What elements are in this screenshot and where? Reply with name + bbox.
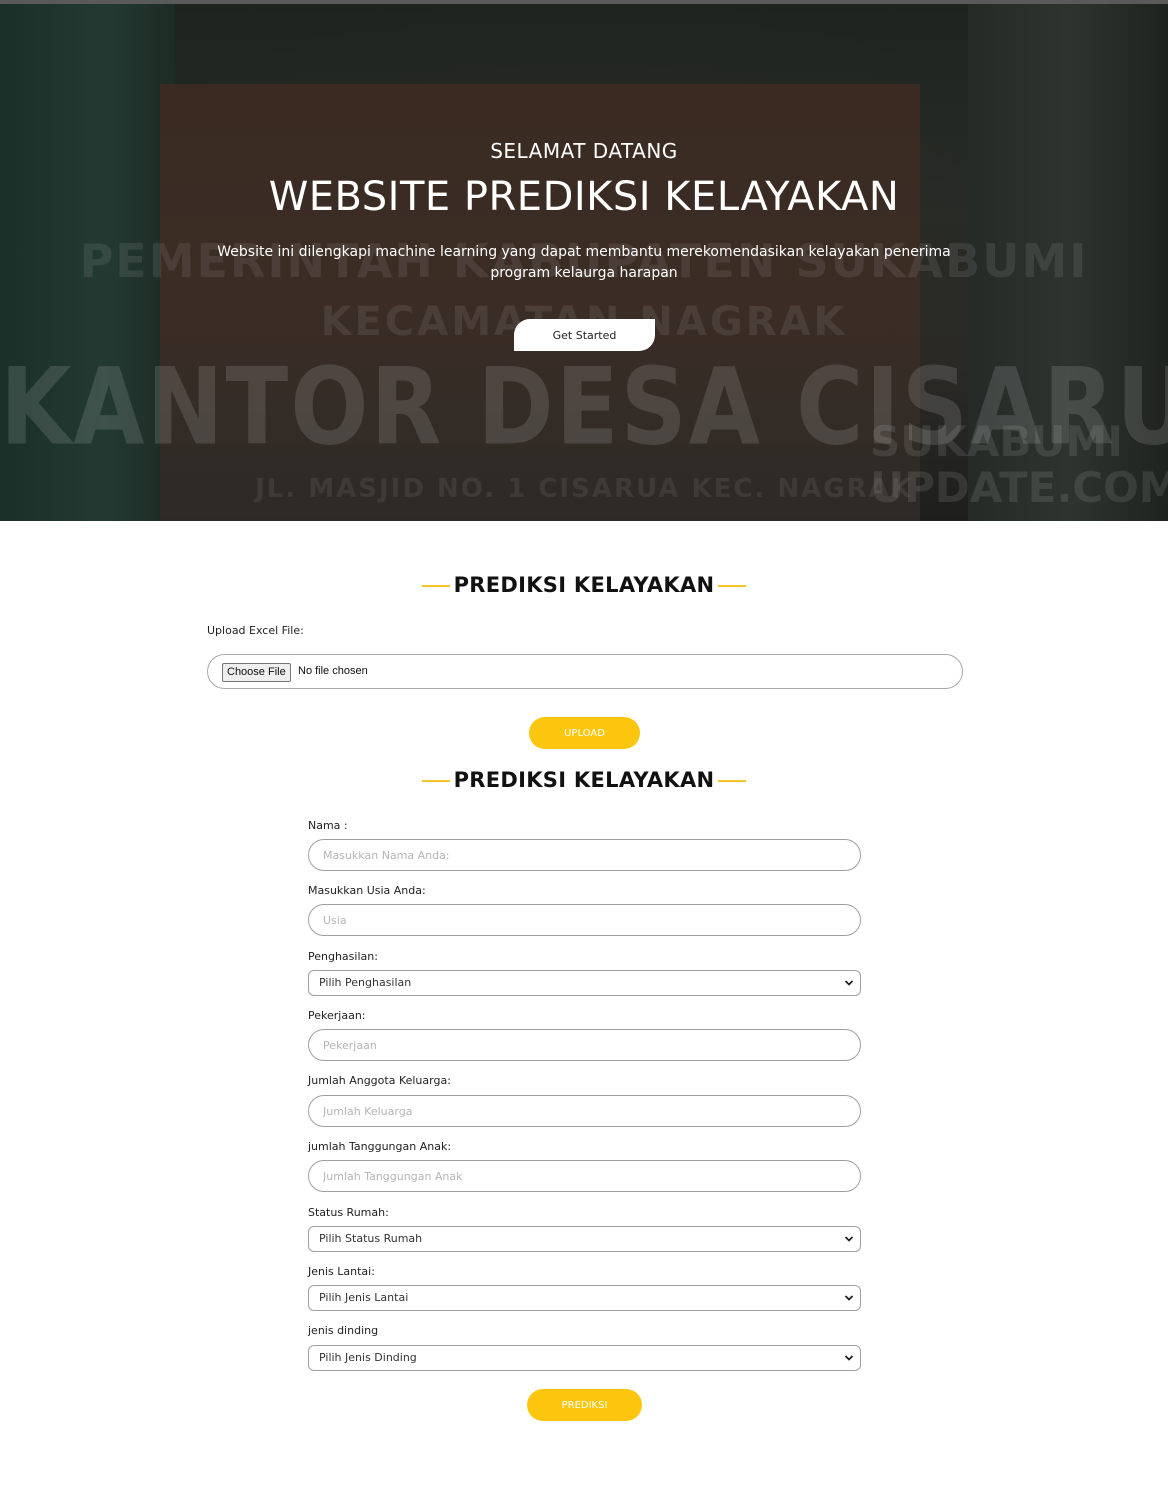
pekerjaan-label: Pekerjaan:	[308, 1009, 366, 1022]
penghasilan-label: Penghasilan:	[308, 950, 378, 963]
hero-banner: PEMERINTAH KABUPATEN SUKABUMI KECAMATAN …	[0, 4, 1168, 521]
form-section-title: PREDIKSI KELAYAKAN	[0, 768, 1168, 792]
status-rumah-selected-value: Pilih Status Rumah	[319, 1232, 423, 1245]
tanggungan-anak-label: jumlah Tanggungan Anak:	[308, 1140, 452, 1153]
jenis-dinding-select[interactable]: Pilih Jenis Dinding	[308, 1345, 861, 1371]
hero-title: WEBSITE PREDIKSI KELAYAKAN	[268, 174, 900, 220]
chevron-down-icon	[844, 1355, 854, 1361]
choose-file-button[interactable]: Choose File	[222, 663, 291, 682]
get-started-button[interactable]: Get Started	[514, 319, 655, 351]
jenis-lantai-label: Jenis Lantai:	[308, 1265, 375, 1278]
nama-input[interactable]	[308, 839, 861, 871]
upload-button[interactable]: UPLOAD	[529, 717, 640, 749]
tanggungan-anak-input[interactable]	[308, 1160, 861, 1192]
title-decor-line	[421, 585, 450, 587]
upload-section-title: PREDIKSI KELAYAKAN	[0, 573, 1168, 597]
upload-excel-label: Upload Excel File:	[207, 624, 304, 637]
hero-welcome: SELAMAT DATANG	[490, 139, 678, 163]
jenis-dinding-label: jenis dinding	[308, 1324, 379, 1337]
penghasilan-select[interactable]: Pilih Penghasilan	[308, 970, 861, 996]
jenis-lantai-selected-value: Pilih Jenis Lantai	[319, 1291, 409, 1304]
jenis-lantai-select[interactable]: Pilih Jenis Lantai	[308, 1285, 861, 1311]
file-status-text: No file chosen	[298, 665, 368, 677]
nama-label: Nama :	[308, 819, 348, 832]
jumlah-keluarga-input[interactable]	[308, 1095, 861, 1127]
status-rumah-label: Status Rumah:	[308, 1206, 389, 1219]
form-section-title-text: PREDIKSI KELAYAKAN	[453, 768, 715, 792]
excel-file-input[interactable]: Choose File No file chosen	[207, 654, 963, 689]
jumlah-keluarga-label: Jumlah Anggota Keluarga:	[308, 1074, 451, 1087]
status-rumah-select[interactable]: Pilih Status Rumah	[308, 1226, 861, 1252]
title-decor-line	[718, 780, 747, 782]
prediksi-button[interactable]: PREDIKSI	[527, 1389, 642, 1421]
chevron-down-icon	[844, 980, 854, 986]
title-decor-line	[718, 585, 747, 587]
usia-input[interactable]	[308, 904, 861, 936]
jenis-dinding-selected-value: Pilih Jenis Dinding	[319, 1351, 417, 1364]
chevron-down-icon	[844, 1295, 854, 1301]
pekerjaan-input[interactable]	[308, 1029, 861, 1061]
upload-section-title-text: PREDIKSI KELAYAKAN	[453, 573, 715, 597]
title-decor-line	[421, 780, 450, 782]
hero-description: Website ini dilengkapi machine learning …	[217, 244, 951, 281]
penghasilan-selected-value: Pilih Penghasilan	[319, 976, 412, 989]
chevron-down-icon	[844, 1236, 854, 1242]
usia-label: Masukkan Usia Anda:	[308, 884, 426, 897]
hero-content: SELAMAT DATANG WEBSITE PREDIKSI KELAYAKA…	[0, 4, 1168, 521]
